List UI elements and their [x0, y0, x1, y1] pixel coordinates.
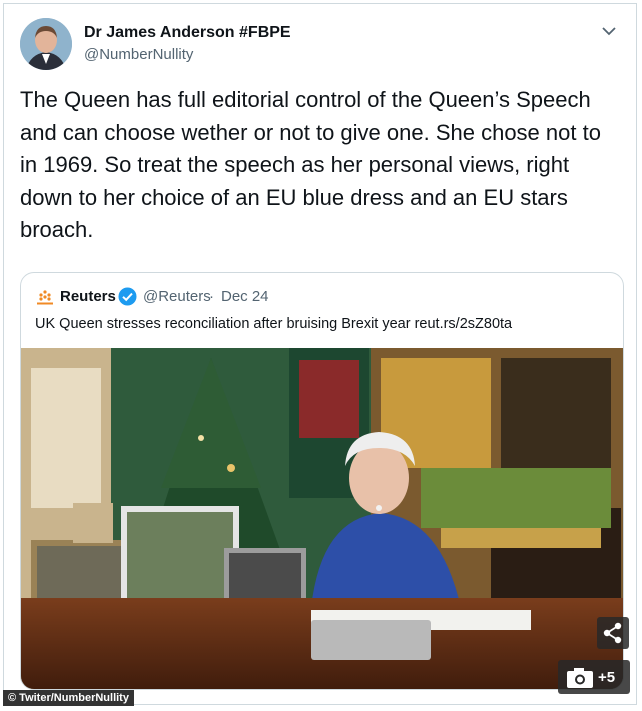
quoted-author-handle: @Reuters — [143, 288, 211, 305]
verified-badge-icon — [118, 287, 137, 306]
gallery-button[interactable]: +5 — [558, 660, 630, 694]
author-handle[interactable]: @NumberNullity — [84, 46, 193, 63]
separator-dot: · — [209, 288, 214, 305]
queen-photo[interactable] — [21, 348, 623, 689]
quoted-tweet[interactable]: Reuters @Reuters · Dec 24 UK Queen stres… — [20, 272, 624, 690]
camera-icon — [567, 668, 593, 688]
quoted-headline: UK Queen stresses reconciliation after b… — [35, 316, 513, 332]
reuters-logo-icon — [35, 287, 55, 307]
tweet-card: Dr James Anderson #FBPE @NumberNullity T… — [3, 3, 637, 705]
share-button[interactable] — [597, 617, 629, 649]
quoted-date: Dec 24 — [221, 288, 269, 305]
author-name[interactable]: Dr James Anderson #FBPE — [84, 24, 291, 42]
gallery-count: +5 — [598, 669, 616, 686]
tweet-text: The Queen has full editorial control of … — [20, 87, 601, 242]
share-icon — [603, 622, 622, 644]
chevron-down-icon[interactable] — [600, 24, 618, 38]
avatar[interactable] — [20, 18, 72, 70]
quoted-author-name: Reuters — [60, 288, 116, 305]
photo-credit: © Twiter/NumberNullity — [3, 690, 134, 706]
